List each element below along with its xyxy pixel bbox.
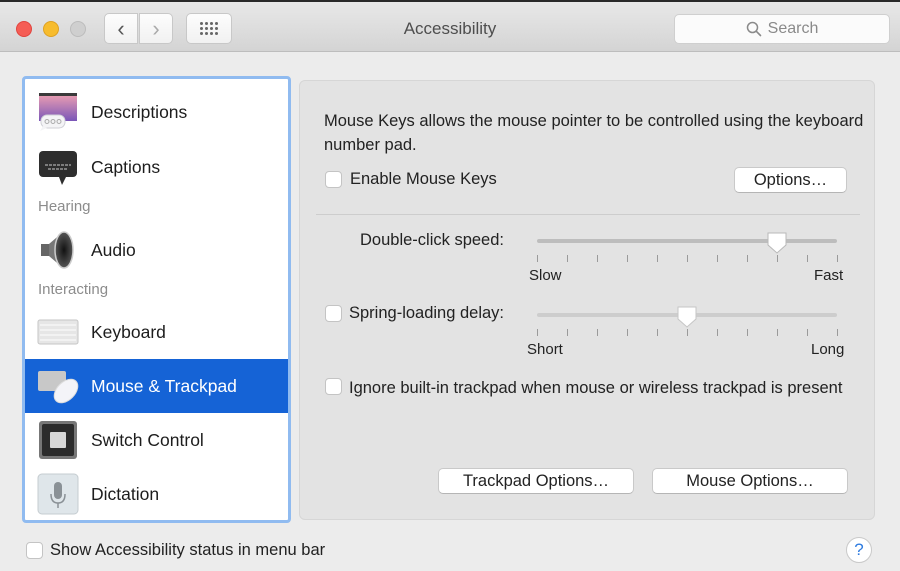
search-icon xyxy=(746,21,761,37)
short-label: Short xyxy=(527,341,563,358)
slider-tick xyxy=(717,329,718,336)
sidebar-item-label: Captions xyxy=(91,156,161,177)
slider-tick xyxy=(777,255,778,262)
sidebar-item-label: Mouse & Trackpad xyxy=(91,375,237,396)
slider-tick xyxy=(567,255,568,262)
sidebar-item-label: Keyboard xyxy=(91,321,166,342)
slider-tick xyxy=(627,255,628,262)
double-click-speed-thumb[interactable] xyxy=(766,231,788,255)
spring-loading-delay-thumb[interactable] xyxy=(676,305,698,329)
slider-tick xyxy=(537,329,538,336)
mouse-options-button[interactable]: Mouse Options… xyxy=(652,468,848,494)
sidebar-item-mouse-trackpad[interactable]: Mouse & Trackpad xyxy=(25,359,288,413)
slider-tick xyxy=(837,329,838,336)
keyboard-icon xyxy=(37,319,79,345)
sidebar-list[interactable]: Descriptions Captions Hearing Audio Inte… xyxy=(22,76,291,523)
sidebar-item-keyboard[interactable]: Keyboard xyxy=(25,305,288,359)
slider-tick xyxy=(567,329,568,336)
sidebar-item-label: Descriptions xyxy=(91,101,188,122)
sidebar-item-dictation[interactable]: Dictation xyxy=(25,467,288,520)
show-status-checkbox[interactable] xyxy=(26,542,43,559)
slider-tick xyxy=(777,329,778,336)
double-click-speed-label: Double-click speed: xyxy=(360,231,504,249)
slider-tick xyxy=(807,255,808,262)
sidebar-item-label: Audio xyxy=(91,239,136,260)
mouse-keys-description: Mouse Keys allows the mouse pointer to b… xyxy=(324,112,864,154)
sidebar-item-switch-control[interactable]: Switch Control xyxy=(25,413,288,467)
slider-tick xyxy=(657,329,658,336)
spring-loading-checkbox[interactable] xyxy=(325,305,342,322)
slider-tick xyxy=(627,329,628,336)
sidebar-item-audio[interactable]: Audio xyxy=(25,223,288,277)
spring-loading-delay-label: Spring-loading delay: xyxy=(349,304,505,322)
section-header-hearing: Hearing xyxy=(38,198,91,215)
sidebar-item-descriptions[interactable]: Descriptions xyxy=(25,85,288,139)
descriptions-icon xyxy=(39,93,77,131)
captions-icon xyxy=(39,151,77,185)
trackpad-options-button[interactable]: Trackpad Options… xyxy=(438,468,634,494)
slider-tick xyxy=(717,255,718,262)
help-icon: ? xyxy=(854,540,864,559)
mouse-trackpad-panel: Mouse Keys allows the mouse pointer to b… xyxy=(299,80,875,520)
spring-loading-delay-ticks xyxy=(537,329,838,337)
slider-tick xyxy=(537,255,538,262)
slow-label: Slow xyxy=(529,267,562,284)
slider-tick xyxy=(747,255,748,262)
long-label: Long xyxy=(811,341,845,358)
divider xyxy=(316,214,860,215)
ignore-trackpad-checkbox[interactable] xyxy=(325,378,342,395)
mouse-trackpad-icon xyxy=(38,371,79,404)
sidebar-item-captions[interactable]: Captions xyxy=(25,140,288,194)
options-button[interactable]: Options… xyxy=(734,167,847,193)
help-button[interactable]: ? xyxy=(846,537,872,563)
search-field[interactable]: Search xyxy=(674,14,890,44)
switch-control-icon xyxy=(39,421,77,459)
ignore-trackpad-label: Ignore built-in trackpad when mouse or w… xyxy=(349,379,843,397)
sidebar-item-label: Switch Control xyxy=(91,429,204,450)
section-header-interacting: Interacting xyxy=(38,281,109,298)
slider-tick xyxy=(807,329,808,336)
slider-tick xyxy=(687,329,688,336)
show-status-label: Show Accessibility status in menu bar xyxy=(50,541,326,559)
fast-label: Fast xyxy=(814,267,844,284)
enable-mouse-keys-checkbox[interactable] xyxy=(325,171,342,188)
slider-tick xyxy=(597,329,598,336)
slider-tick xyxy=(747,329,748,336)
slider-tick xyxy=(837,255,838,262)
enable-mouse-keys-label: Enable Mouse Keys xyxy=(350,170,497,188)
slider-tick xyxy=(657,255,658,262)
search-placeholder: Search xyxy=(767,20,819,37)
double-click-speed-track[interactable] xyxy=(537,239,837,243)
slider-tick xyxy=(687,255,688,262)
slider-tick xyxy=(597,255,598,262)
microphone-icon xyxy=(37,473,79,515)
speaker-icon xyxy=(41,231,74,269)
double-click-speed-ticks xyxy=(537,255,838,263)
title-bar: ‹ › Accessibility Search xyxy=(0,0,900,52)
sidebar-item-label: Dictation xyxy=(91,483,160,504)
